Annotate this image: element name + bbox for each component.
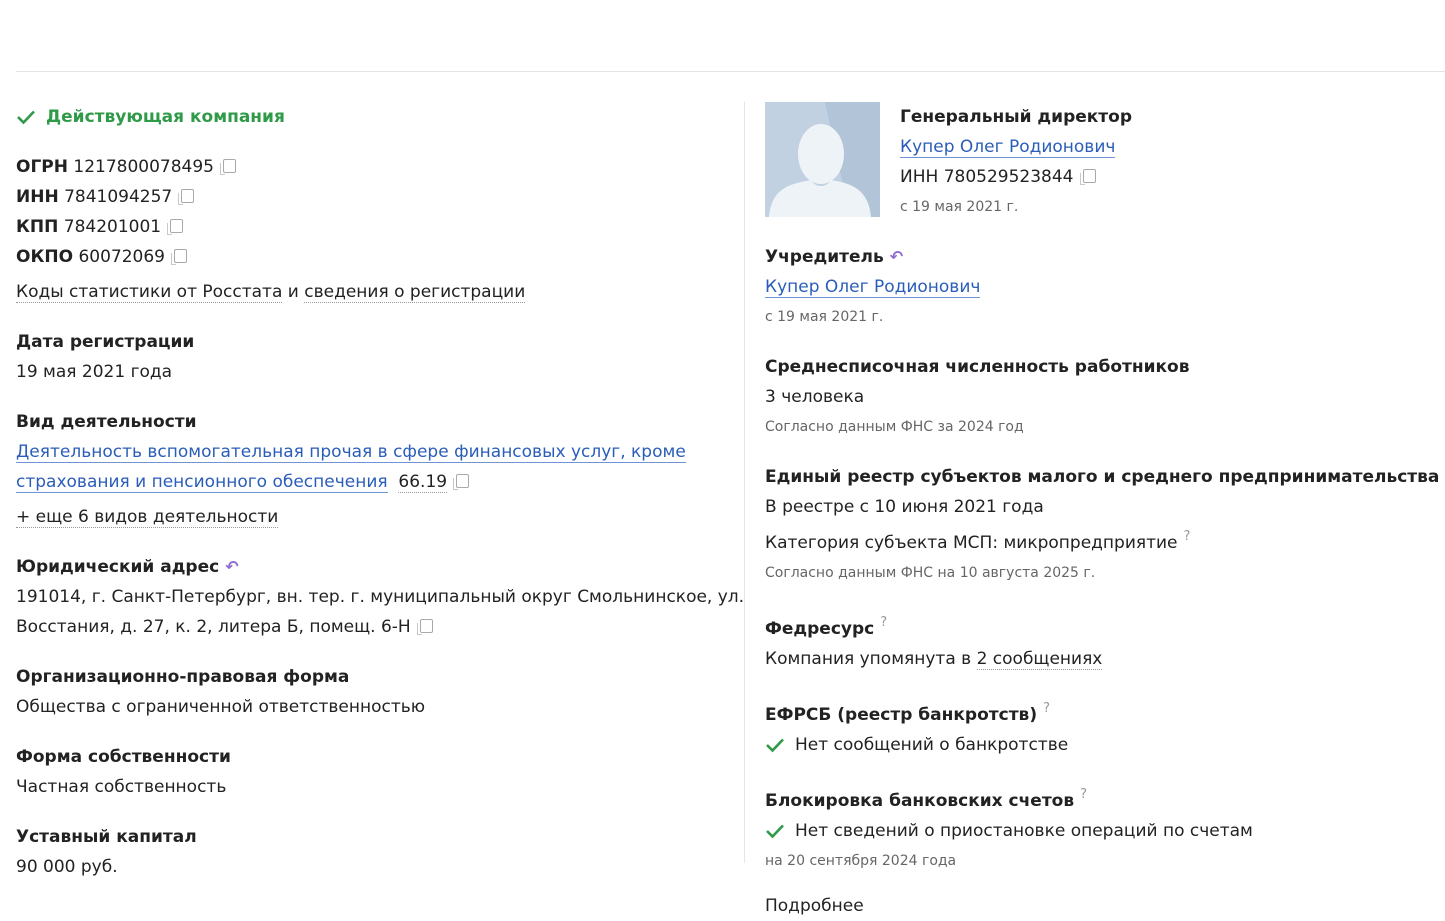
fedresurs-messages-link[interactable]: 2 сообщениях	[976, 649, 1103, 670]
employees-label: Среднесписочная численность работников	[765, 357, 1190, 377]
status-label: Действующая компания	[46, 107, 285, 127]
founder-name-link[interactable]: Купер Олег Родионович	[765, 277, 981, 298]
fedresurs-prefix: Компания упомянута в	[765, 649, 972, 669]
company-status: Действующая компания	[16, 102, 731, 132]
capital-label: Уставный капитал	[16, 827, 197, 847]
left-column: Действующая компания ОГРН 1217800078495 …	[16, 102, 745, 882]
msp-label: Единый реестр субъектов малого и среднег…	[765, 467, 1440, 487]
history-icon[interactable]: ↶	[225, 557, 238, 576]
fedresurs-label: Федресурс	[765, 619, 875, 639]
director-name-link[interactable]: Купер Олег Родионович	[900, 137, 1116, 158]
capital-value: 90 000 руб.	[16, 857, 118, 877]
address-line2-row: Восстания, д. 27, к. 2, литера Б, помещ.…	[16, 612, 731, 642]
copy-icon[interactable]	[178, 189, 195, 205]
efrsb-value: Нет сообщений о банкротстве	[795, 735, 1069, 755]
help-icon[interactable]: ?	[880, 615, 887, 630]
address-line1: 191014, г. Санкт-Петербург, вн. тер. г. …	[16, 587, 745, 607]
activity-link[interactable]: Деятельность вспомогательная прочая в сф…	[16, 442, 686, 463]
ownership-label: Форма собственности	[16, 747, 231, 767]
msp-line1: В реестре с 10 июня 2021 года	[765, 497, 1044, 517]
person-silhouette-icon	[765, 102, 880, 217]
check-icon	[766, 824, 784, 839]
okved-code[interactable]: 66.19	[398, 472, 448, 493]
history-icon[interactable]: ↶	[890, 247, 903, 266]
director-inn-label: ИНН	[900, 167, 939, 187]
employees-source: Согласно данным ФНС за 2024 год	[765, 419, 1024, 435]
more-activities-link[interactable]: + еще 6 видов деятельности	[16, 507, 279, 528]
registration-value: 19 мая 2021 года	[16, 362, 173, 382]
bank-block-value-row: Нет сведений о приостановке операций по …	[765, 816, 1445, 846]
efrsb-label: ЕФРСБ (реестр банкротств)	[765, 705, 1038, 725]
efrsb-label-row: ЕФРСБ (реестр банкротств)?	[765, 694, 1445, 730]
bank-block-date: на 20 сентября 2024 года	[765, 853, 957, 869]
kpp-row: КПП 784201001	[16, 212, 731, 242]
founder-label-row: Учредитель ↶	[765, 242, 1445, 272]
address-label: Юридический адрес	[16, 557, 220, 577]
kpp-label: КПП	[16, 217, 59, 237]
bank-block-label-row: Блокировка банковских счетов?	[765, 780, 1445, 816]
activity-label: Вид деятельности	[16, 412, 197, 432]
activity-line2: страхования и пенсионного обеспечения 66…	[16, 467, 731, 497]
inn-value: 7841094257	[64, 187, 173, 207]
rosstat-codes-link[interactable]: Коды статистики от Росстата	[16, 282, 283, 303]
address-line2: Восстания, д. 27, к. 2, литера Б, помещ.…	[16, 617, 411, 637]
ogrn-label: ОГРН	[16, 157, 68, 177]
msp-line2: Категория субъекта МСП: микропредприятие	[765, 533, 1178, 553]
copy-icon[interactable]	[416, 619, 433, 635]
inn-row: ИНН 7841094257	[16, 182, 731, 212]
registration-info-link[interactable]: сведения о регистрации	[304, 282, 526, 303]
director-title: Генеральный директор	[900, 107, 1133, 127]
okpo-value: 60072069	[78, 247, 165, 267]
stats-conj: и	[287, 282, 299, 302]
okpo-label: ОКПО	[16, 247, 74, 267]
ownership-value: Частная собственность	[16, 777, 227, 797]
check-icon	[17, 110, 35, 125]
efrsb-value-row: Нет сообщений о банкротстве	[765, 730, 1445, 760]
help-icon[interactable]: ?	[1080, 787, 1087, 802]
director-inn: 780529523844	[943, 167, 1074, 187]
help-icon[interactable]: ?	[1043, 701, 1050, 716]
copy-icon[interactable]	[170, 249, 187, 265]
founder-since: с 19 мая 2021 г.	[765, 309, 884, 325]
header-divider	[16, 71, 1445, 72]
address-label-row: Юридический адрес ↶	[16, 552, 731, 582]
fedresurs-label-row: Федресурс?	[765, 608, 1445, 644]
org-form-label: Организационно-правовая форма	[16, 667, 350, 687]
activity-more: + еще 6 видов деятельности	[16, 502, 731, 532]
activity-link-cont[interactable]: страхования и пенсионного обеспечения	[16, 472, 388, 493]
copy-icon[interactable]	[167, 219, 184, 235]
activity-line1: Деятельность вспомогательная прочая в сф…	[16, 437, 731, 467]
help-icon[interactable]: ?	[1184, 529, 1191, 544]
column-divider	[744, 102, 745, 863]
director-inn-row: ИНН 780529523844	[900, 162, 1132, 192]
bank-block-value: Нет сведений о приостановке операций по …	[795, 821, 1253, 841]
fedresurs-text-row: Компания упомянута в 2 сообщениях	[765, 644, 1445, 674]
director-avatar	[765, 102, 880, 217]
copy-icon[interactable]	[1079, 169, 1096, 185]
director-since: с 19 мая 2021 г.	[900, 199, 1019, 215]
copy-icon[interactable]	[220, 159, 236, 175]
org-form-value: Общества с ограниченной ответственностью	[16, 697, 426, 717]
inn-label: ИНН	[16, 187, 59, 207]
founder-label: Учредитель	[765, 247, 884, 267]
ogrn-value: 1217800078495	[73, 157, 214, 177]
copy-icon[interactable]	[453, 474, 470, 490]
okpo-row: ОКПО 60072069	[16, 242, 731, 272]
msp-source: Согласно данным ФНС на 10 августа 2025 г…	[765, 565, 1096, 581]
msp-line2-row: Категория субъекта МСП: микропредприятие…	[765, 522, 1445, 558]
registration-label: Дата регистрации	[16, 332, 195, 352]
kpp-value: 784201001	[63, 217, 162, 237]
director-block: Генеральный директор Купер Олег Родионов…	[900, 102, 1132, 222]
ogrn-row: ОГРН 1217800078495	[16, 152, 731, 182]
bank-block-label: Блокировка банковских счетов	[765, 791, 1075, 811]
employees-value: 3 человека	[765, 387, 865, 407]
stats-links: Коды статистики от Росстата и сведения о…	[16, 277, 731, 307]
next-section-label: Подробнее	[765, 896, 864, 916]
check-icon	[766, 738, 784, 753]
right-details: Учредитель ↶ Купер Олег Родионович с 19 м…	[765, 242, 1445, 921]
